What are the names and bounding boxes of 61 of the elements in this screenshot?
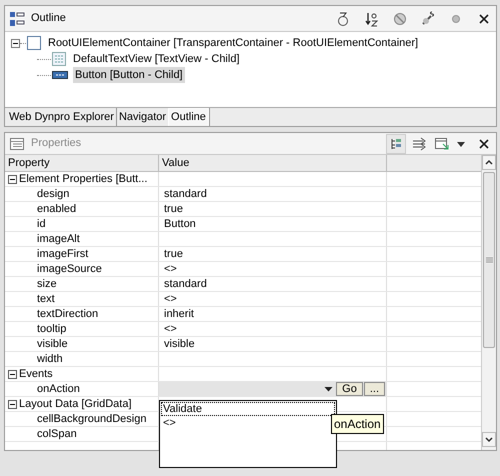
- property-value: <>: [163, 322, 177, 337]
- property-value: <>: [163, 262, 177, 277]
- dropdown-option[interactable]: Validate: [161, 402, 335, 416]
- categories-icon[interactable]: [389, 136, 403, 150]
- property-name: imageFirst: [36, 247, 88, 261]
- column-header[interactable]: Property: [5, 155, 159, 171]
- dropdown-arrow-icon[interactable]: [324, 386, 334, 392]
- property-value: standard: [163, 186, 207, 202]
- property-value: inherit: [163, 306, 194, 322]
- tooltip: onAction: [331, 414, 384, 434]
- tree-item[interactable]: RootUIElementContainer [TransparentContainer - RootUIElementContainer]: [46, 34, 420, 52]
- property-name: colSpan: [36, 427, 77, 441]
- collapse-toggle-icon[interactable]: [11, 38, 20, 48]
- scroll-down-icon[interactable]: [482, 432, 496, 447]
- view-tab[interactable]: Web Dynpro Explorer: [7, 108, 116, 126]
- property-name: textDirection: [36, 307, 98, 321]
- collapse-toggle-icon[interactable]: [8, 400, 17, 408]
- panel-title: Outline: [31, 11, 67, 26]
- sort-icon[interactable]: [364, 10, 380, 26]
- property-value: Button: [163, 216, 196, 232]
- property-name: tooltip: [36, 322, 66, 336]
- tree-item[interactable]: Button [Button - Child]: [73, 66, 185, 84]
- property-name: visible: [36, 337, 68, 351]
- property-name: enabled: [36, 202, 76, 216]
- property-name: size: [36, 277, 57, 291]
- collapse-toggle-icon[interactable]: [8, 174, 17, 184]
- property-value: standard: [163, 276, 207, 292]
- property-value: true: [163, 202, 183, 217]
- collapse-toggle-icon[interactable]: [8, 370, 17, 378]
- tree-item[interactable]: DefaultTextView [TextView - Child]: [71, 50, 242, 68]
- view-menu-icon[interactable]: [456, 140, 466, 148]
- property-name: design: [36, 187, 70, 201]
- property-name: id: [36, 217, 46, 231]
- group-label: Element Properties [Butt...: [19, 172, 148, 186]
- value-button[interactable]: ...: [364, 382, 385, 396]
- property-name: cellBackgroundDesign: [36, 412, 146, 426]
- property-name: imageAlt: [36, 232, 80, 246]
- group-label: Events: [19, 367, 53, 381]
- property-name: width: [36, 352, 63, 366]
- grip-icon[interactable]: [486, 257, 492, 263]
- view-tab[interactable]: Outline: [168, 108, 209, 126]
- button-element-icon: [52, 70, 68, 80]
- property-value: <>: [163, 292, 177, 307]
- scrollbar[interactable]: [481, 155, 496, 450]
- scroll-up-icon[interactable]: [482, 155, 496, 170]
- panel-title: Properties: [31, 136, 82, 152]
- container-icon: [27, 36, 41, 50]
- advanced-icon[interactable]: [412, 136, 428, 150]
- property-name: text: [36, 292, 55, 306]
- text-view-icon: [52, 52, 66, 66]
- group-label: Layout Data [GridData]: [19, 397, 132, 411]
- filter-static-icon[interactable]: [420, 10, 436, 26]
- value-button[interactable]: Go: [336, 382, 363, 396]
- outline-icon: [9, 10, 25, 26]
- property-name: onAction: [36, 382, 80, 396]
- table-icon: [9, 136, 25, 150]
- restore-default-icon[interactable]: [434, 136, 450, 152]
- filter-icon[interactable]: [392, 10, 408, 26]
- property-name: imageSource: [36, 262, 102, 276]
- property-value: visible: [163, 336, 195, 352]
- property-value: true: [163, 246, 183, 262]
